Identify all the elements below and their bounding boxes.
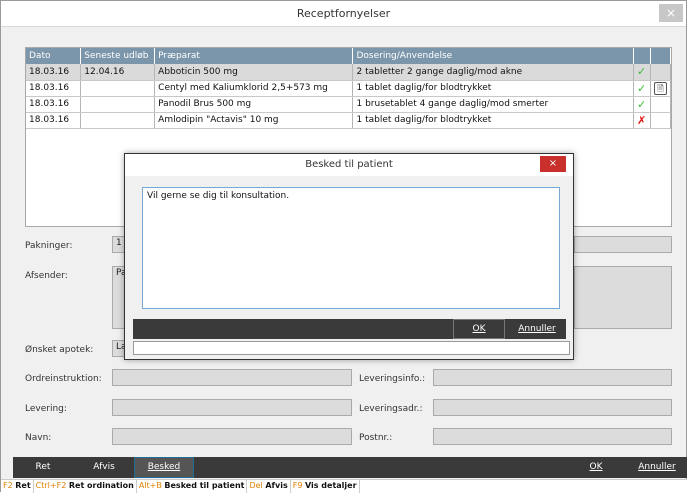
dialog-title: Besked til patient [305,159,393,170]
cell-praeparat: Centyl med Kaliumklorid 2,5+573 mg [154,80,354,97]
leveringsinfo-field[interactable] [433,369,672,386]
check-icon[interactable]: ✓ [637,98,646,111]
afvis-button[interactable]: Afvis [75,457,133,478]
title-bar: Receptfornyelser × [1,1,686,27]
table-row[interactable]: 18.03.16 Panodil Brus 500 mg 1 brusetabl… [26,96,672,113]
afsender-label: Afsender: [25,271,68,281]
leveringsadr-field[interactable] [433,399,672,416]
besked-button[interactable]: Besked [134,457,194,478]
dialog-annuller-label: Annuller [518,324,556,334]
hotkey-key: Del [249,481,263,490]
hotkey-bar: F2 Ret Ctrl+F2 Ret ordination Alt+B Besked… [1,479,687,493]
cell-extra [650,64,672,81]
hotkey-label: Besked til patient [164,481,245,490]
dialog-title-bar: Besked til patient × [125,154,573,176]
dialog-bottom-input[interactable] [133,341,570,355]
table-row[interactable]: 18.03.16 Amlodipin "Actavis" 10 mg 1 tab… [26,112,672,129]
hotkey-label: Ret [15,481,31,490]
dialog-ok-label: OK [472,324,486,334]
navn-field[interactable] [112,428,352,445]
cell-dosering: 1 brusetablet 4 gange daglig/mod smerter [352,96,634,113]
cell-seneste [80,96,156,113]
afsender-right-field[interactable] [574,266,672,329]
dialog-button-bar: OK Annuller [133,319,566,339]
pakninger-right-field[interactable] [574,236,672,253]
dialog-ok-button[interactable]: OK [453,319,505,339]
hotkey-f2[interactable]: F2 Ret [1,480,34,493]
check-icon[interactable]: ✓ [637,65,646,78]
cell-dosering: 2 tabletter 2 gange daglig/mod akne [352,64,634,81]
hotkey-label: Vis detaljer [304,481,357,490]
hotkey-key: F2 [3,481,13,490]
dialog-annuller-button[interactable]: Annuller [509,319,565,339]
ordreinstruktion-label: Ordreinstruktion: [25,374,102,384]
cell-dosering: 1 tablet daglig/for blodtrykket [352,80,634,97]
levering-field[interactable] [112,399,352,416]
cell-seneste [80,80,156,97]
leveringsadr-label: Leveringsadr.: [359,404,423,414]
annuller-button[interactable]: Annuller [628,457,686,478]
window-title: Receptfornyelser [296,7,391,20]
besked-dialog: Besked til patient × Vil gerne se dig ti… [124,153,574,360]
ordreinstruktion-field[interactable] [112,369,352,386]
column-header-status [633,48,651,64]
hotkey-ctrl-f2[interactable]: Ctrl+F2 Ret ordination [34,480,137,493]
cell-dato: 18.03.16 [26,80,82,97]
hotkey-key: F9 [292,481,303,490]
window-close-button[interactable]: × [659,4,683,22]
hotkey-key: Alt+B [138,481,162,490]
cell-dato: 18.03.16 [26,112,82,129]
column-header-seneste-udlob[interactable]: Seneste udløb [80,48,156,64]
leveringsinfo-label: Leveringsinfo.: [359,374,426,384]
cell-seneste [80,112,156,129]
receptfornyelser-window: Receptfornyelser × Dato Seneste udløb Pr… [0,0,687,493]
cell-dato: 18.03.16 [26,96,82,113]
cell-dosering: 1 tablet daglig/for blodtrykket [352,112,634,129]
cell-praeparat: Amlodipin "Actavis" 10 mg [154,112,354,129]
column-header-praeparat[interactable]: Præparat [154,48,354,64]
annuller-button-label: Annuller [638,462,676,472]
table-row[interactable]: 18.03.16 Centyl med Kaliumklorid 2,5+573… [26,80,672,97]
hotkey-label: Ret ordination [68,481,134,490]
ok-button-label: OK [589,462,603,472]
column-header-dato[interactable]: Dato [26,48,82,64]
table-row[interactable]: 18.03.16 12.04.16 Abboticin 500 mg 2 tab… [26,64,672,81]
hotkey-key: Ctrl+F2 [35,481,67,490]
levering-label: Levering: [25,404,67,414]
pakninger-label: Pakninger: [25,241,73,251]
hotkey-alt-b[interactable]: Alt+B Besked til patient [137,480,248,493]
hotkey-del[interactable]: Del Afvis [247,480,291,493]
bottom-button-bar: Ret Afvis Besked OK Annuller [13,457,687,478]
cell-praeparat: Abboticin 500 mg [154,64,354,81]
table-header-row: Dato Seneste udløb Præparat Dosering/Anv… [26,48,672,64]
cell-praeparat: Panodil Brus 500 mg [154,96,354,113]
postnr-label: Postnr.: [359,433,393,443]
hotkey-label: Afvis [265,481,288,490]
cell-extra [650,96,672,113]
hotkey-f9[interactable]: F9 Vis detaljer [291,480,360,493]
column-header-extra [650,48,672,64]
onsket-apotek-label: Ønsket apotek: [25,345,94,355]
cell-extra [650,112,672,129]
column-header-dosering[interactable]: Dosering/Anvendelse [352,48,634,64]
cross-icon[interactable]: ✗ [637,114,646,127]
besked-button-label: Besked [147,462,181,472]
navn-label: Navn: [25,433,52,443]
postnr-field[interactable] [433,428,672,445]
message-textarea[interactable]: Vil gerne se dig til konsultation. [142,187,560,309]
cell-seneste: 12.04.16 [80,64,156,81]
ret-button[interactable]: Ret [13,457,73,478]
cell-dato: 18.03.16 [26,64,82,81]
ok-button[interactable]: OK [571,457,621,478]
document-icon[interactable]: 🗎 [653,81,667,95]
check-icon[interactable]: ✓ [637,82,646,95]
dialog-close-button[interactable]: × [540,156,566,172]
